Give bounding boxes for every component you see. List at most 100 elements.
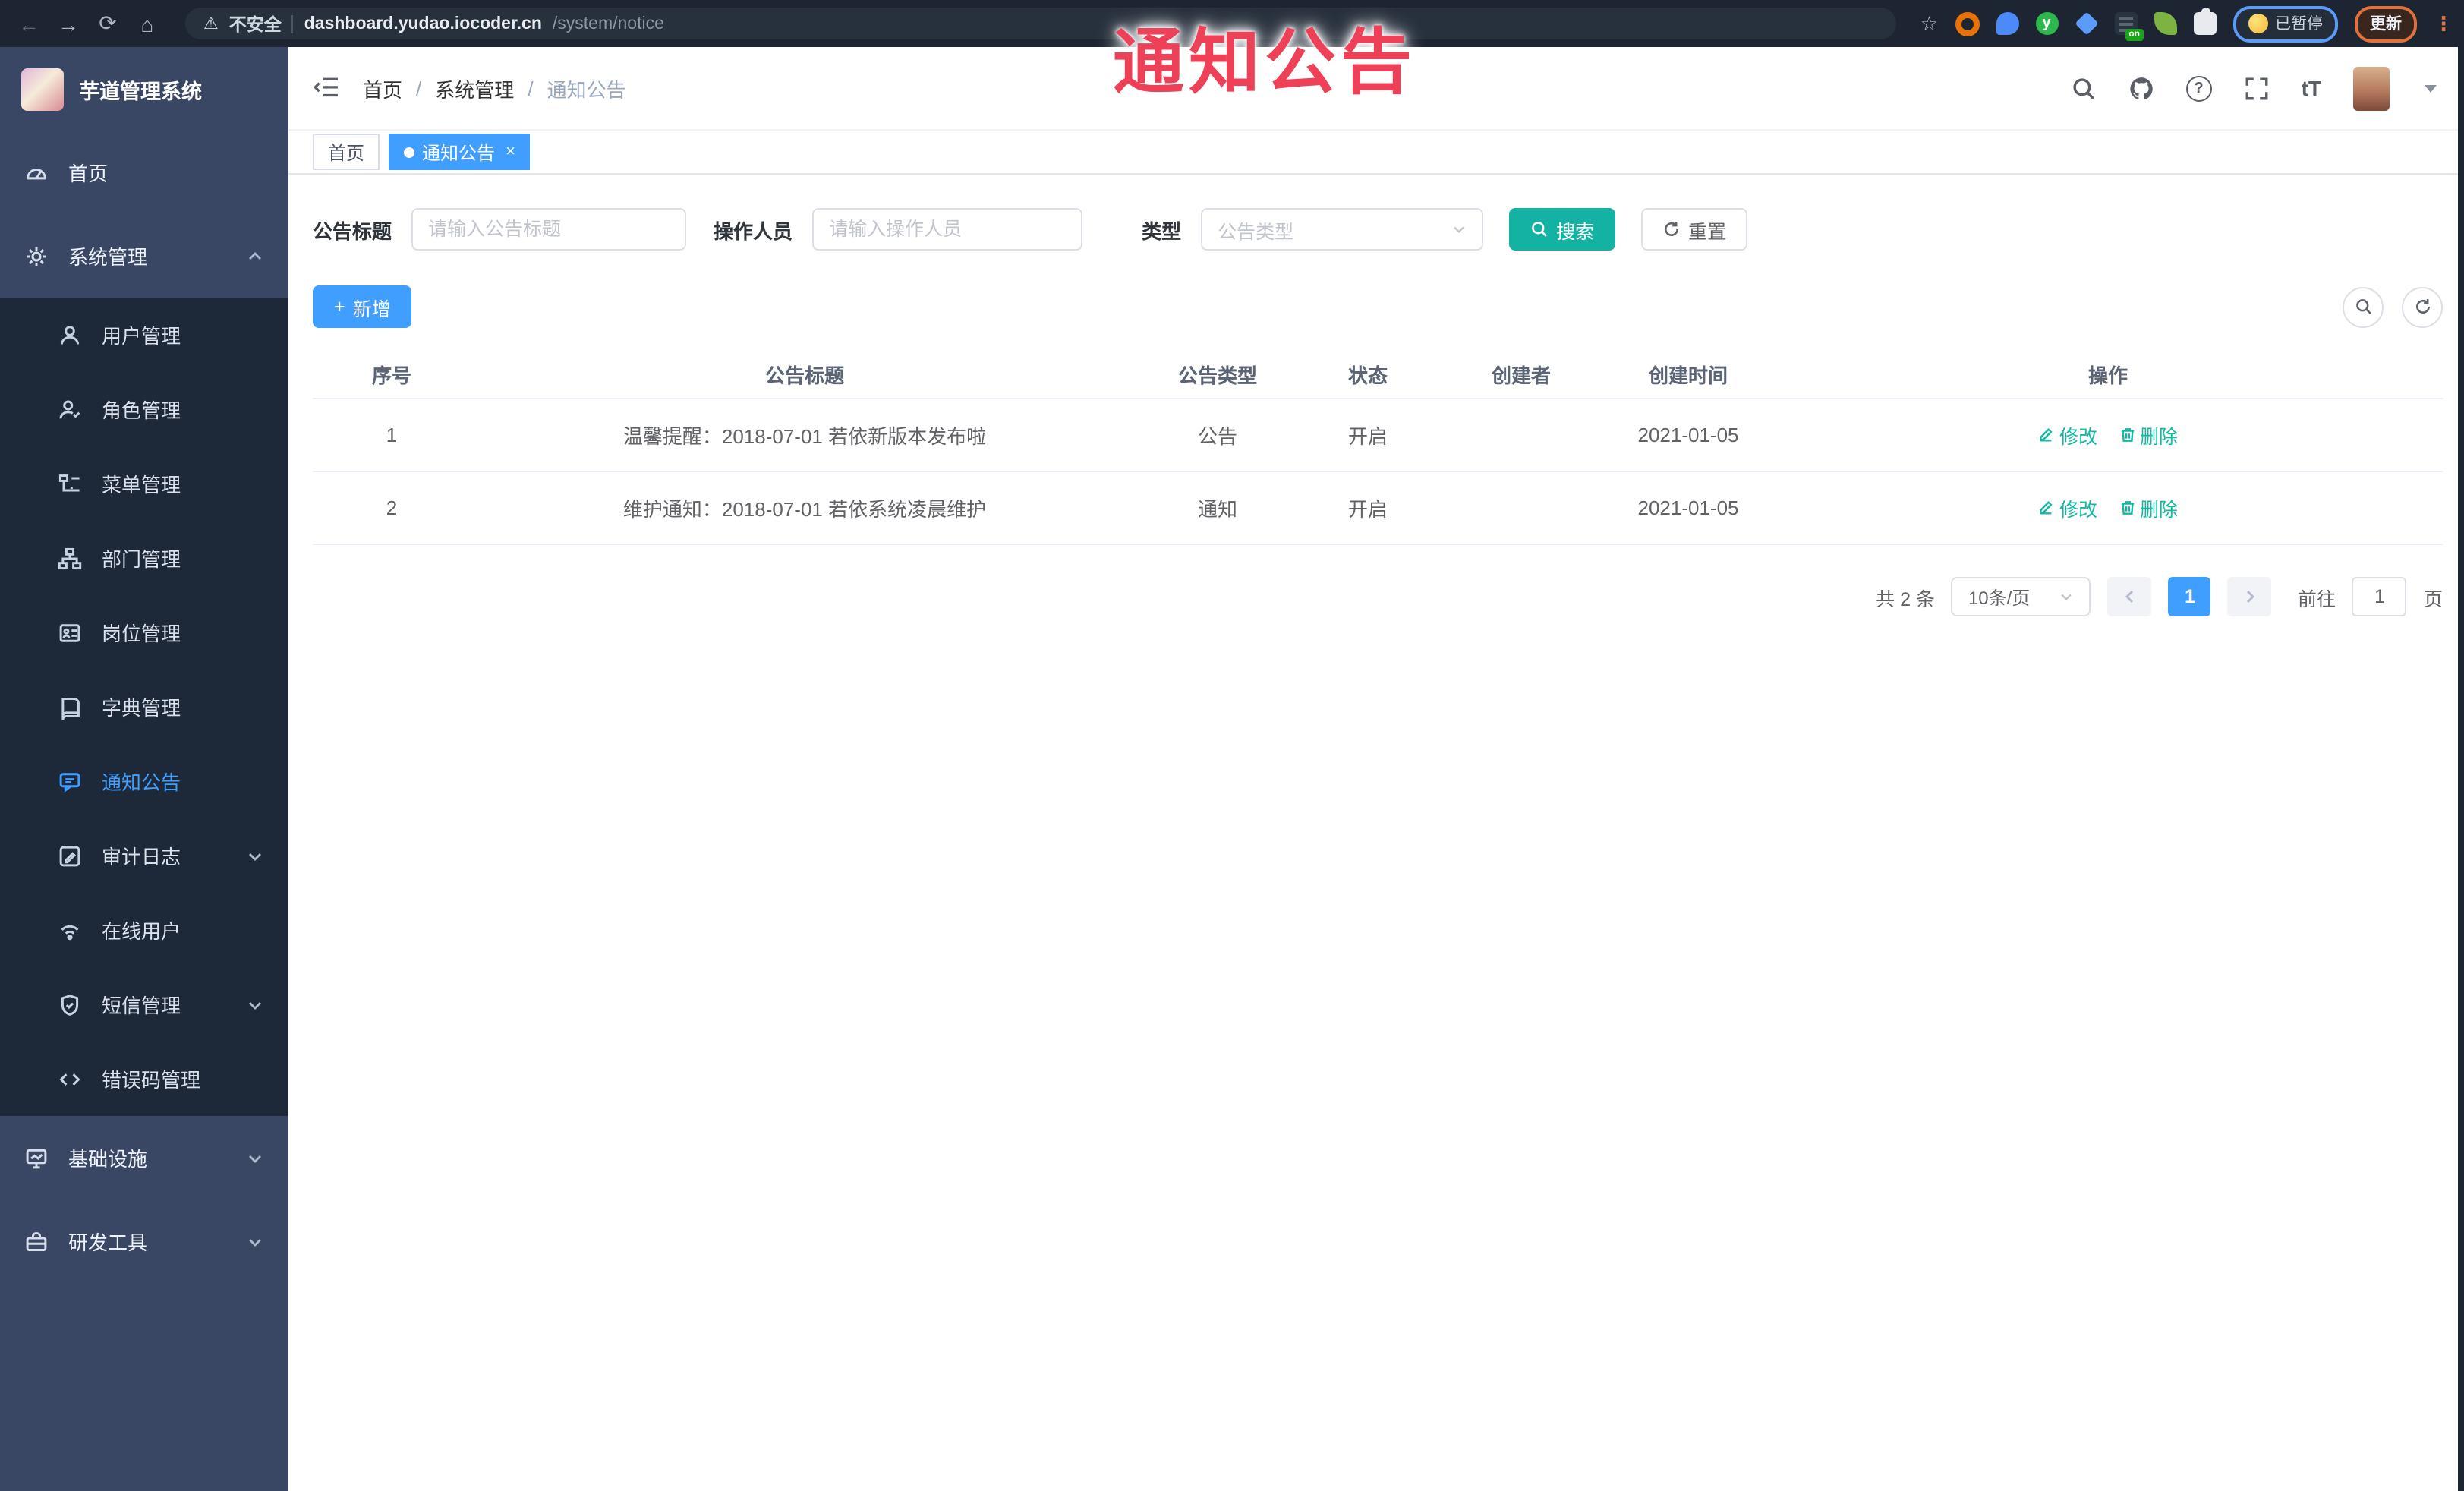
type-filter-select[interactable]: 公告类型 — [1201, 208, 1484, 251]
chevron-down-icon — [2059, 589, 2075, 604]
sidebar-item-label: 在线用户 — [102, 920, 181, 943]
breadcrumb-separator: / — [528, 77, 534, 99]
profile-emoji-icon — [2248, 14, 2267, 33]
search-button[interactable]: 搜索 — [1509, 208, 1616, 251]
sidebar-item-menus[interactable]: 菜单管理 — [0, 446, 288, 521]
reset-button-label: 重置 — [1688, 221, 1727, 242]
sidebar-item-home[interactable]: 首页 — [0, 131, 288, 214]
extension-switch-icon[interactable]: on — [2114, 12, 2143, 41]
browser-back-icon[interactable]: ← — [15, 10, 43, 37]
app-logo — [21, 68, 64, 110]
tab-notice[interactable]: 通知公告 × — [389, 134, 531, 170]
browser-home-icon[interactable]: ⌂ — [134, 10, 161, 37]
reset-button[interactable]: 重置 — [1641, 208, 1748, 251]
cell-type: 通知 — [1197, 498, 1237, 521]
cell-title: 温馨提醒：2018-07-01 若依新版本发布啦 — [622, 425, 987, 448]
active-dot-icon — [404, 147, 415, 157]
font-size-icon[interactable]: tT — [2302, 76, 2321, 100]
sidebar-group-sms[interactable]: 短信管理 — [0, 967, 288, 1042]
browser-menu-icon[interactable]: ⋮ — [2434, 14, 2453, 33]
sidebar-item-dict[interactable]: 字典管理 — [0, 670, 288, 744]
github-icon[interactable] — [2128, 75, 2154, 101]
sidebar-group-devtools[interactable]: 研发工具 — [0, 1199, 288, 1283]
user-avatar[interactable] — [2353, 66, 2390, 110]
delete-link[interactable]: 删除 — [2119, 493, 2178, 522]
search-icon — [2355, 299, 2371, 314]
table-row: 2 维护通知：2018-07-01 若依系统凌晨维护 通知 开启 2021-01… — [313, 472, 2443, 545]
window-right-edge — [2458, 0, 2464, 1491]
user-icon — [58, 323, 82, 347]
notice-table: 序号 公告标题 公告类型 状态 创建者 创建时间 操作 1 温馨提醒：2018-… — [313, 349, 2443, 545]
close-icon[interactable]: × — [506, 143, 515, 160]
address-bar[interactable]: ⚠ 不安全 dashboard.yudao.iocoder.cn/system/… — [185, 8, 1896, 39]
plus-icon: + — [334, 296, 345, 317]
breadcrumb-system[interactable]: 系统管理 — [435, 74, 514, 102]
add-button[interactable]: + 新增 — [313, 285, 412, 328]
toggle-search-button[interactable] — [2343, 286, 2384, 327]
next-page-button[interactable] — [2227, 577, 2272, 616]
sidebar-item-roles[interactable]: 角色管理 — [0, 372, 288, 446]
browser-update-button[interactable]: 更新 — [2355, 5, 2417, 42]
sidebar-item-error-codes[interactable]: 错误码管理 — [0, 1042, 288, 1116]
search-icon[interactable] — [2071, 75, 2097, 101]
extension-leaf-icon[interactable] — [2154, 12, 2176, 35]
sidebar-item-label: 字典管理 — [102, 697, 181, 720]
org-chart-icon — [58, 546, 82, 570]
goto-page-input[interactable] — [2352, 577, 2407, 616]
cell-title: 维护通知：2018-07-01 若依系统凌晨维护 — [622, 498, 987, 521]
screen: ← → ⟳ ⌂ ⚠ 不安全 dashboard.yudao.iocoder.cn… — [0, 0, 2464, 1491]
col-header-index: 序号 — [371, 364, 411, 386]
browser-reload-icon[interactable]: ⟳ — [94, 10, 121, 37]
sidebar-fold-icon[interactable] — [313, 75, 339, 101]
table-header-row: 序号 公告标题 公告类型 状态 创建者 创建时间 操作 — [313, 349, 2443, 399]
breadcrumb-separator: / — [416, 77, 422, 99]
content: 公告标题 操作人员 类型 公告类型 搜 — [288, 175, 2464, 1491]
extension-donut-icon[interactable] — [1955, 11, 1979, 36]
operator-filter-input[interactable] — [812, 208, 1083, 251]
extensions-puzzle-icon[interactable] — [2193, 8, 2216, 35]
edit-link[interactable]: 修改 — [2038, 493, 2097, 522]
chevron-left-icon — [2125, 590, 2133, 604]
breadcrumb-home[interactable]: 首页 — [363, 74, 402, 102]
sidebar-item-posts[interactable]: 岗位管理 — [0, 595, 288, 670]
tab-home[interactable]: 首页 — [313, 134, 380, 170]
sidebar-group-audit-log[interactable]: 审计日志 — [0, 818, 288, 893]
sidebar-item-departments[interactable]: 部门管理 — [0, 521, 288, 595]
sidebar-item-online-users[interactable]: 在线用户 — [0, 893, 288, 967]
app-logo-row[interactable]: 芋道管理系统 — [0, 47, 288, 131]
fullscreen-icon[interactable] — [2244, 75, 2270, 101]
extension-diamond-icon[interactable] — [2074, 11, 2098, 36]
sidebar-item-label: 审计日志 — [102, 846, 181, 868]
sidebar-group-system[interactable]: 系统管理 — [0, 214, 288, 298]
edit-link-label: 修改 — [2059, 427, 2097, 448]
cell-create-time: 2021-01-05 — [1637, 496, 1739, 519]
browser-forward-icon[interactable]: → — [55, 10, 82, 37]
page-size-value: 10条/页 — [1968, 587, 2031, 608]
type-filter-placeholder: 公告类型 — [1218, 221, 1294, 242]
refresh-table-button[interactable] — [2402, 286, 2443, 327]
profile-paused-chip[interactable]: 已暂停 — [2232, 5, 2338, 42]
refresh-icon — [1662, 220, 1681, 238]
extension-y-icon[interactable]: y — [2035, 12, 2058, 35]
edit-link[interactable]: 修改 — [2038, 421, 2097, 449]
sidebar-item-users[interactable]: 用户管理 — [0, 298, 288, 372]
page-size-select[interactable]: 10条/页 — [1951, 577, 2091, 616]
help-icon[interactable]: ? — [2185, 75, 2212, 101]
sidebar-group-infra[interactable]: 基础设施 — [0, 1116, 288, 1199]
table-toolbar: + 新增 — [313, 285, 2443, 328]
prev-page-button[interactable] — [2107, 577, 2152, 616]
cell-create-time: 2021-01-05 — [1637, 424, 1739, 446]
total-count: 共 2 条 — [1876, 588, 1935, 610]
sidebar-submenu-system: 用户管理 角色管理 菜单管理 部门管理 岗位管理 字典管理 通知公告 审计日志 … — [0, 298, 288, 1116]
chevron-down-icon — [246, 846, 264, 865]
page-number-current[interactable]: 1 — [2168, 577, 2211, 616]
url-path: /system/notice — [552, 14, 664, 33]
title-filter-input[interactable] — [411, 208, 687, 251]
avatar-caret-icon[interactable] — [2425, 84, 2437, 92]
extension-drop-icon[interactable] — [1996, 12, 2018, 35]
book-icon — [58, 695, 82, 719]
breadcrumb: 首页 / 系统管理 / 通知公告 — [363, 74, 626, 102]
bookmark-star-icon[interactable]: ☆ — [1920, 11, 1938, 36]
sidebar-item-notice[interactable]: 通知公告 — [0, 744, 288, 818]
delete-link[interactable]: 删除 — [2119, 421, 2178, 449]
